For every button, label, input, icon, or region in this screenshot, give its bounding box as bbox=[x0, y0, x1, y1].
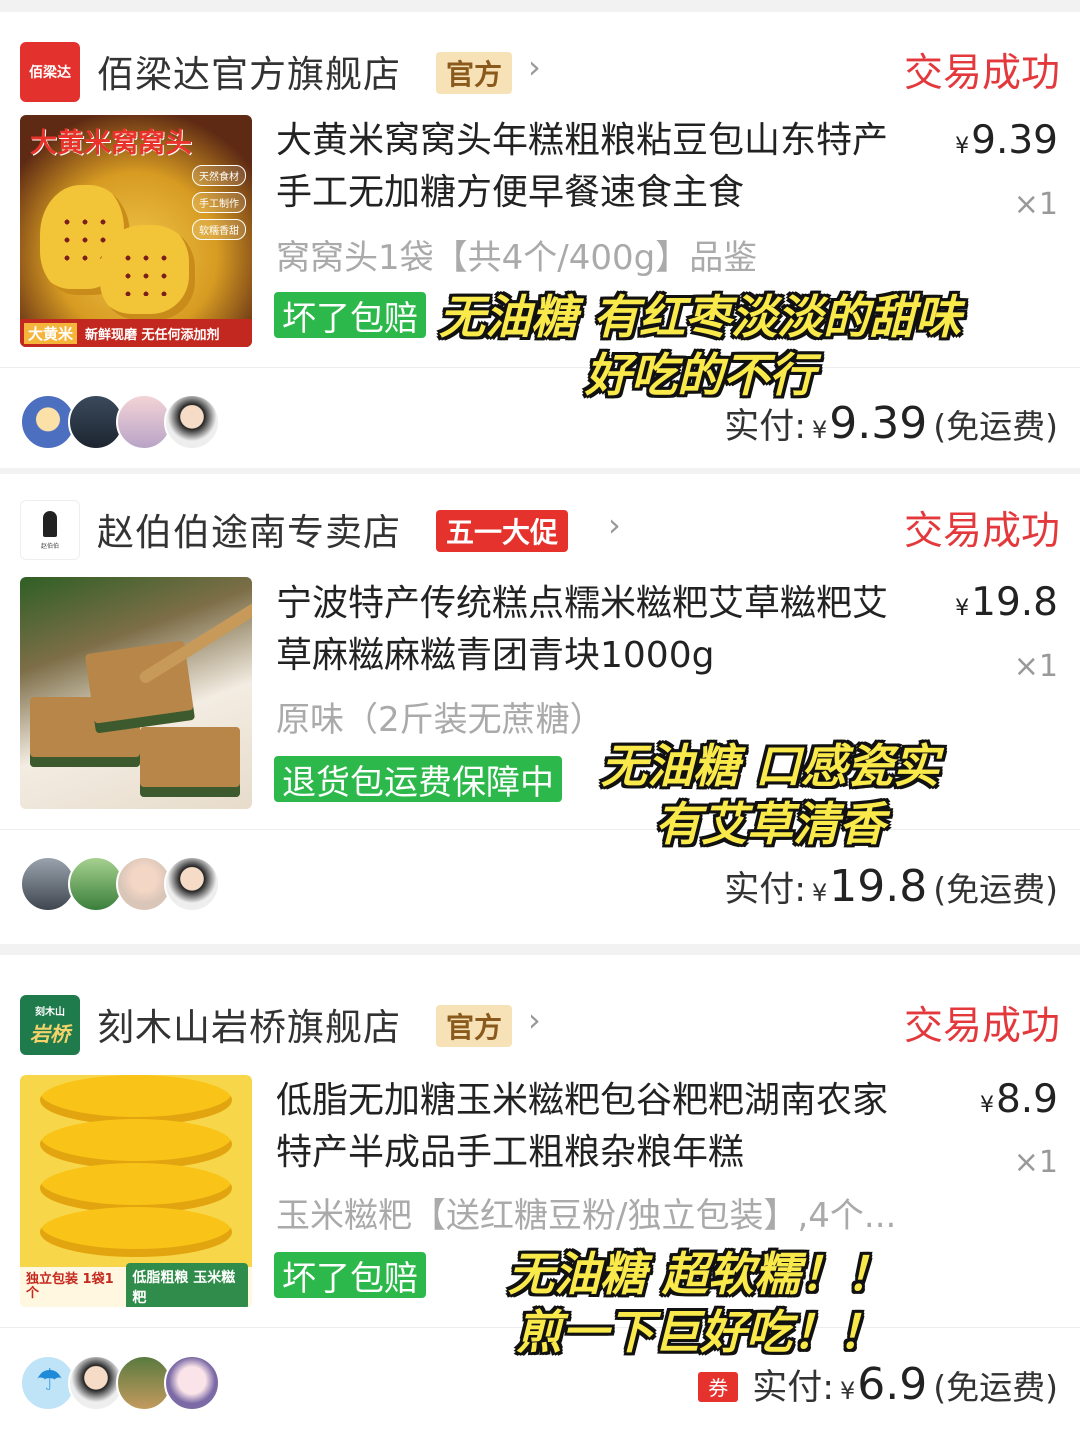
store-name[interactable]: 赵伯伯途南专卖店 bbox=[97, 502, 401, 556]
image-footer-text: 新鲜现磨 无任何添加剂 bbox=[85, 327, 220, 343]
paid-label: 实付: bbox=[752, 1368, 834, 1408]
paid-label: 实付: bbox=[724, 407, 806, 447]
price-symbol: ¥ bbox=[955, 596, 970, 621]
order-list: 佰梁达 佰梁达官方旗舰店 官方 › 交易成功 大黄米窝窝头 天然食材 手工制作 … bbox=[0, 0, 1080, 1440]
image-decoration bbox=[40, 1207, 232, 1257]
image-decoration bbox=[40, 1075, 232, 1125]
currency-symbol: ¥ bbox=[812, 879, 828, 907]
review-caption-line: 无油糖 超软糯！！ bbox=[507, 1247, 892, 1301]
product-price: ¥8.9 bbox=[980, 1077, 1058, 1122]
paid-amount: 实付: ¥ 9.39 (免运费) bbox=[724, 398, 1058, 449]
product-price: ¥9.39 bbox=[955, 118, 1058, 163]
avatar bbox=[164, 1355, 220, 1411]
image-tag: 天然食材 bbox=[192, 165, 246, 186]
currency-symbol: ¥ bbox=[839, 1377, 856, 1405]
store-logo-text-top: 刻木山 bbox=[35, 1007, 65, 1018]
chevron-right-icon[interactable]: › bbox=[528, 48, 541, 86]
shipping-note: (免运费) bbox=[933, 1368, 1058, 1407]
shipping-note: (免运费) bbox=[933, 407, 1058, 446]
product-sku: 玉米糍粑【送红糖豆粉/独立包装】,4个... bbox=[276, 1196, 897, 1236]
product-sku: 窝窝头1袋【共4个/400g】品鉴 bbox=[276, 238, 758, 278]
image-decoration bbox=[40, 1163, 232, 1213]
avatar bbox=[164, 394, 220, 450]
price-value: 9.39 bbox=[971, 118, 1058, 163]
product-title[interactable]: 大黄米窝窝头年糕粗粮粘豆包山东特产手工无加糖方便早餐速食主食 bbox=[276, 115, 896, 219]
order-status: 交易成功 bbox=[903, 509, 1060, 554]
store-logo[interactable]: 赵伯伯 bbox=[20, 500, 80, 560]
paid-amount: 券 实付: ¥ 6.9 (免运费) bbox=[698, 1359, 1058, 1410]
product-quantity: ×1 bbox=[1013, 649, 1058, 684]
image-footer: 大黄米 新鲜现磨 无任何添加剂 bbox=[20, 319, 252, 347]
avatar bbox=[164, 856, 220, 912]
service-tag: 退货包运费保障中 bbox=[274, 756, 562, 803]
paid-label: 实付: bbox=[724, 870, 806, 910]
review-caption: 无油糖 有红枣淡淡的甜味 好吃的不行 bbox=[430, 288, 970, 404]
shipping-note: (免运费) bbox=[933, 870, 1058, 909]
image-title: 大黄米窝窝头 bbox=[30, 128, 192, 159]
product-sku: 原味（2斤装无蔗糖） bbox=[276, 700, 604, 740]
order-card: 赵伯伯 赵伯伯途南专卖店 五一大促 › 交易成功 宁波特产传统糕点糯米糍粑艾草糍… bbox=[0, 474, 1080, 944]
image-decoration bbox=[140, 727, 240, 797]
store-name[interactable]: 刻木山岩桥旗舰店 bbox=[97, 997, 401, 1051]
review-caption-line: 有艾草清香 bbox=[655, 797, 885, 851]
price-symbol: ¥ bbox=[979, 1093, 994, 1118]
store-name[interactable]: 佰梁达官方旗舰店 bbox=[97, 44, 401, 98]
order-status: 交易成功 bbox=[903, 1004, 1060, 1049]
review-caption: 无油糖 超软糯！！ 煎一下巨好吃！！ bbox=[500, 1245, 900, 1361]
product-image[interactable]: 独立包装 1袋1个 低脂粗粮 玉米糍粑 bbox=[20, 1075, 252, 1307]
image-decoration bbox=[40, 1119, 232, 1169]
product-quantity: ×1 bbox=[1013, 187, 1058, 222]
image-tag: 软糯香甜 bbox=[192, 219, 246, 240]
price-value: 8.9 bbox=[995, 1077, 1058, 1122]
review-caption-line: 煎一下巨好吃！！ bbox=[516, 1305, 884, 1359]
product-quantity: ×1 bbox=[1013, 1145, 1058, 1180]
service-tag: 坏了包赔 bbox=[274, 1252, 426, 1299]
image-footer-right: 低脂粗粮 玉米糍粑 bbox=[126, 1263, 248, 1307]
product-price: ¥19.8 bbox=[955, 580, 1058, 625]
order-card: 刻木山 岩桥 刻木山岩桥旗舰店 官方 › 交易成功 独立包装 1袋1个 低脂粗粮… bbox=[0, 955, 1080, 1440]
store-header[interactable]: 赵伯伯 赵伯伯途南专卖店 五一大促 › 交易成功 bbox=[20, 500, 1060, 560]
store-header[interactable]: 佰梁达 佰梁达官方旗舰店 官方 › 交易成功 bbox=[20, 42, 1060, 102]
product-image[interactable] bbox=[20, 577, 252, 809]
avatar-group[interactable] bbox=[20, 856, 220, 914]
paid-value: 9.39 bbox=[829, 398, 928, 449]
review-caption-line: 无油糖 口感瓷实 bbox=[600, 739, 939, 793]
avatar-group[interactable] bbox=[20, 394, 220, 452]
coupon-icon: 券 bbox=[698, 1371, 739, 1402]
paid-amount: 实付: ¥ 19.8 (免运费) bbox=[724, 861, 1058, 912]
product-image[interactable]: 大黄米窝窝头 天然食材 手工制作 软糯香甜 大黄米 新鲜现磨 无任何添加剂 bbox=[20, 115, 252, 347]
store-header[interactable]: 刻木山 岩桥 刻木山岩桥旗舰店 官方 › 交易成功 bbox=[20, 995, 1060, 1055]
service-tag: 坏了包赔 bbox=[274, 292, 426, 339]
image-tag: 手工制作 bbox=[192, 192, 246, 213]
store-logo-text: 佰梁达 bbox=[29, 65, 71, 81]
review-caption-line: 好吃的不行 bbox=[585, 348, 815, 402]
chevron-right-icon[interactable]: › bbox=[608, 506, 621, 544]
product-title[interactable]: 宁波特产传统糕点糯米糍粑艾草糍粑艾草麻糍麻糍青团青块1000g bbox=[276, 578, 896, 682]
promo-badge: 五一大促 bbox=[436, 510, 569, 552]
product-title[interactable]: 低脂无加糖玉米糍粑包谷粑粑湖南农家特产半成品手工粗粮杂粮年糕 bbox=[276, 1075, 896, 1179]
image-footer-tag: 大黄米 bbox=[24, 322, 78, 344]
image-tags: 天然食材 手工制作 软糯香甜 bbox=[192, 165, 246, 240]
currency-symbol: ¥ bbox=[812, 416, 828, 444]
order-status: 交易成功 bbox=[903, 51, 1060, 96]
store-logo-text-main: 岩桥 bbox=[30, 1022, 70, 1046]
store-logo-text: 赵伯伯 bbox=[40, 542, 59, 550]
review-caption: 无油糖 口感瓷实 有艾草清香 bbox=[580, 737, 960, 853]
chevron-right-icon[interactable]: › bbox=[528, 1001, 541, 1039]
paid-value: 19.8 bbox=[829, 861, 928, 912]
person-icon bbox=[43, 510, 57, 537]
price-value: 19.8 bbox=[971, 580, 1058, 625]
image-footer: 独立包装 1袋1个 低脂粗粮 玉米糍粑 bbox=[20, 1263, 252, 1307]
official-badge: 官方 bbox=[436, 52, 513, 94]
store-logo[interactable]: 刻木山 岩桥 bbox=[20, 995, 80, 1055]
store-logo[interactable]: 佰梁达 bbox=[20, 42, 80, 102]
review-caption-line: 无油糖 有红枣淡淡的甜味 bbox=[438, 290, 961, 344]
paid-value: 6.9 bbox=[857, 1359, 928, 1410]
chopsticks bbox=[137, 600, 252, 686]
price-symbol: ¥ bbox=[955, 134, 970, 159]
image-decoration bbox=[100, 225, 195, 320]
image-footer-left: 独立包装 1袋1个 bbox=[26, 1271, 114, 1301]
avatar-group[interactable] bbox=[20, 1355, 220, 1413]
official-badge: 官方 bbox=[436, 1005, 513, 1047]
